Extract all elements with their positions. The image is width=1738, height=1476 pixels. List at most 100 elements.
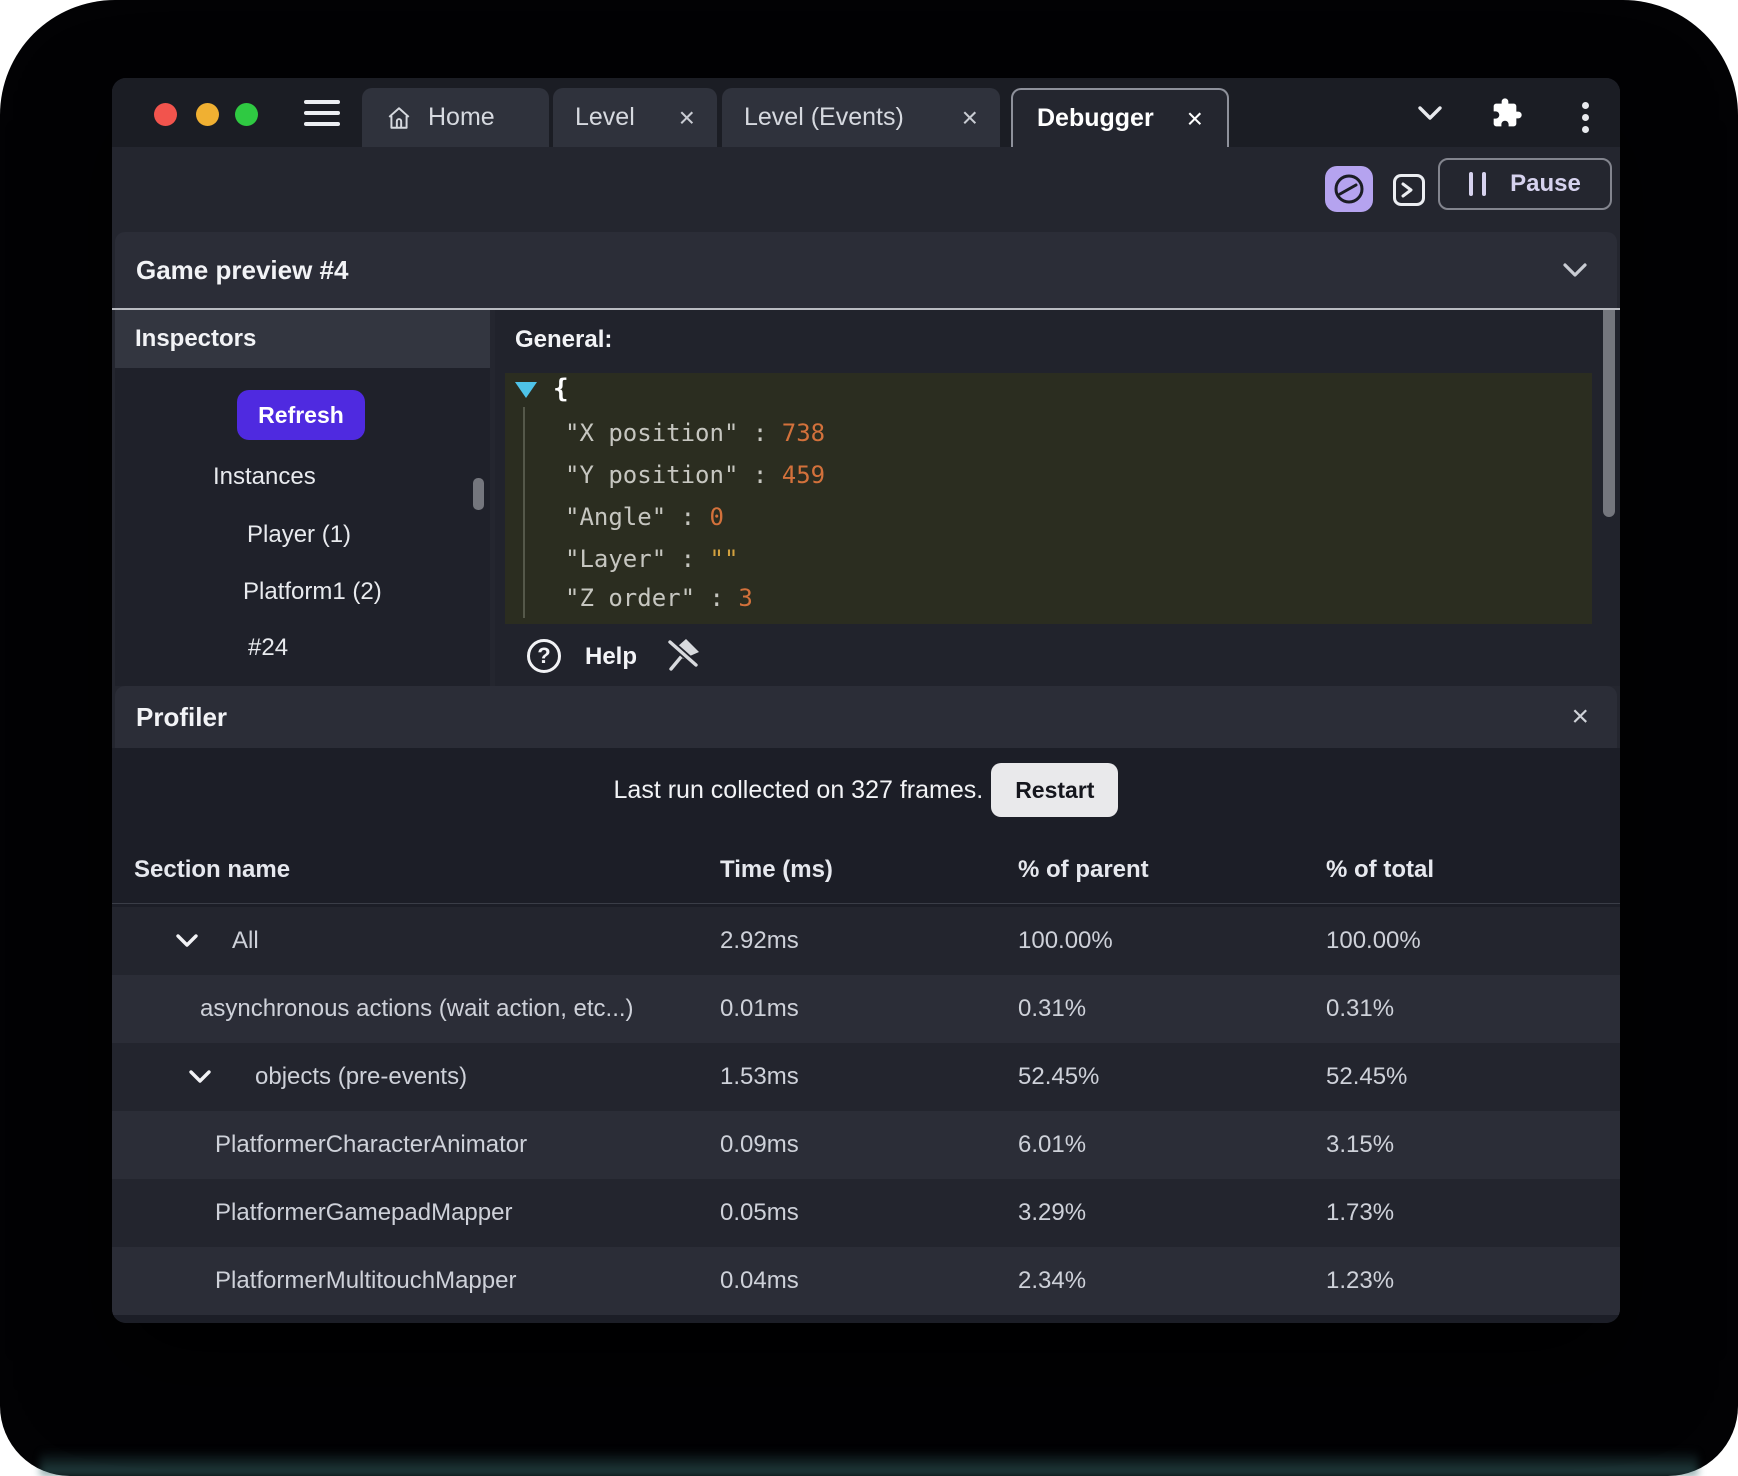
property-y-position: "Y position" : 459 — [565, 461, 826, 489]
total-value: 3.15% — [1326, 1131, 1395, 1158]
backdrop-glow — [40, 1450, 1698, 1476]
property-angle: "Angle" : 0 — [565, 503, 724, 531]
inspectors-scrollbar[interactable] — [473, 478, 484, 510]
parent-value: 52.45% — [1018, 1063, 1100, 1090]
tab-label: Level (Events) — [744, 103, 904, 131]
console-button[interactable] — [1393, 174, 1425, 206]
parent-value: 6.01% — [1018, 1131, 1087, 1158]
restart-label: Restart — [1015, 776, 1095, 803]
more-options-kebab-icon[interactable] — [1582, 97, 1589, 138]
gauge-icon — [1334, 174, 1364, 204]
section-name: PlatformerMultitouchMapper — [215, 1267, 517, 1294]
pause-icon — [1469, 172, 1487, 196]
unpin-icon[interactable] — [665, 635, 703, 675]
restart-button[interactable]: Restart — [991, 763, 1119, 817]
time-value: 0.01ms — [720, 995, 799, 1022]
extensions-puzzle-icon[interactable] — [1491, 97, 1523, 129]
table-header-border — [112, 903, 1620, 904]
parent-value: 2.34% — [1018, 1267, 1087, 1294]
section-name: All — [232, 927, 259, 954]
total-value: 100.00% — [1326, 927, 1421, 954]
tab-home[interactable]: Home — [362, 88, 549, 147]
tree-item-platform1[interactable]: Platform1 (2) — [243, 578, 382, 606]
game-preview-title: Game preview #4 — [136, 254, 349, 285]
home-icon — [388, 106, 410, 129]
tab-level[interactable]: Level × — [553, 88, 717, 147]
tab-label: Debugger — [1037, 104, 1154, 132]
total-value: 0.31% — [1326, 995, 1395, 1022]
parent-value: 0.31% — [1018, 995, 1087, 1022]
time-value: 0.05ms — [720, 1199, 799, 1226]
game-preview-header[interactable]: Game preview #4 — [115, 232, 1617, 308]
tab-label: Home — [428, 103, 495, 131]
general-scrollbar[interactable] — [1603, 310, 1615, 517]
general-panel: General: { "X position" : 738 "Y positio… — [495, 310, 1620, 686]
time-value: 0.04ms — [720, 1267, 799, 1294]
refresh-button[interactable]: Refresh — [237, 390, 365, 440]
refresh-label: Refresh — [258, 401, 344, 428]
close-tab-icon[interactable]: × — [679, 103, 695, 132]
column-time: Time (ms) — [720, 856, 833, 883]
profiler-gauge-button[interactable] — [1325, 166, 1373, 212]
table-row[interactable]: PlatformerCharacterAnimator 0.09ms 6.01%… — [112, 1111, 1620, 1179]
profiler-status-row: Last run collected on 327 frames. Restar… — [112, 762, 1620, 818]
collapse-chevron-icon[interactable] — [188, 1069, 212, 1085]
properties-json-view: { "X position" : 738 "Y position" : 459 … — [505, 373, 1592, 624]
parent-value: 3.29% — [1018, 1199, 1087, 1226]
column-pct-parent: % of parent — [1018, 856, 1149, 883]
chevron-down-icon[interactable] — [1417, 105, 1443, 122]
table-row[interactable]: objects (pre-events) 1.53ms 52.45% 52.45… — [112, 1043, 1620, 1111]
open-brace: { — [553, 374, 569, 404]
screenshot-stage: Home Level × Level (Events) × Debugger × — [0, 0, 1738, 1476]
tree-item-instances[interactable]: Instances — [213, 463, 316, 491]
close-tab-icon[interactable]: × — [962, 103, 978, 132]
question-mark-icon: ? — [537, 643, 551, 668]
time-value: 1.53ms — [720, 1063, 799, 1090]
pause-button[interactable]: Pause — [1438, 158, 1612, 210]
profiler-title: Profiler — [136, 701, 228, 732]
section-name: PlatformerCharacterAnimator — [215, 1131, 528, 1158]
total-value: 1.23% — [1326, 1267, 1395, 1294]
help-label[interactable]: Help — [585, 643, 637, 671]
pause-label: Pause — [1510, 170, 1581, 197]
inspectors-header: Inspectors — [115, 310, 490, 368]
profiler-header: Profiler × — [115, 686, 1617, 748]
menu-icon[interactable] — [304, 100, 340, 126]
collapse-chevron-icon[interactable] — [175, 933, 199, 949]
section-name: asynchronous actions (wait action, etc..… — [200, 995, 634, 1022]
column-pct-total: % of total — [1326, 856, 1434, 883]
profiler-body: Last run collected on 327 frames. Restar… — [112, 748, 1620, 1323]
general-title: General: — [515, 326, 613, 353]
property-layer: "Layer" : "" — [565, 545, 739, 573]
table-row[interactable]: asynchronous actions (wait action, etc..… — [112, 975, 1620, 1043]
section-name: objects (pre-events) — [255, 1063, 468, 1090]
property-x-position: "X position" : 738 — [565, 419, 826, 447]
minimize-window-button[interactable] — [196, 103, 219, 126]
table-row[interactable]: PlatformerGamepadMapper 0.05ms 3.29% 1.7… — [112, 1179, 1620, 1247]
tree-item-player[interactable]: Player (1) — [247, 521, 351, 549]
help-button[interactable]: ? — [527, 639, 561, 673]
console-chevron-icon — [1401, 182, 1413, 198]
table-row[interactable]: PlatformerMultitouchMapper 0.04ms 2.34% … — [112, 1247, 1620, 1315]
tab-debugger[interactable]: Debugger × — [1011, 88, 1229, 147]
inspectors-panel: Inspectors Refresh Instances Player (1) … — [115, 310, 490, 686]
close-window-button[interactable] — [154, 103, 177, 126]
table-row[interactable]: All 2.92ms 100.00% 100.00% — [112, 907, 1620, 975]
time-value: 0.09ms — [720, 1131, 799, 1158]
expand-triangle-icon[interactable] — [515, 382, 537, 398]
zoom-window-button[interactable] — [235, 103, 258, 126]
indent-guide — [523, 407, 525, 618]
total-value: 52.45% — [1326, 1063, 1408, 1090]
tree-item-instance-24[interactable]: #24 — [248, 634, 288, 662]
titlebar: Home Level × Level (Events) × Debugger × — [112, 78, 1620, 147]
section-name: PlatformerGamepadMapper — [215, 1199, 513, 1226]
close-profiler-icon[interactable]: × — [1571, 700, 1589, 734]
gdevelop-window: Home Level × Level (Events) × Debugger × — [112, 78, 1620, 1323]
tab-label: Level — [575, 103, 635, 131]
close-tab-icon[interactable]: × — [1187, 104, 1203, 133]
inspectors-title: Inspectors — [135, 325, 257, 352]
profiler-status-text: Last run collected on 327 frames. — [613, 775, 984, 804]
collapse-chevron-icon[interactable] — [1563, 262, 1587, 278]
tab-level-events[interactable]: Level (Events) × — [722, 88, 1000, 147]
time-value: 2.92ms — [720, 927, 799, 954]
